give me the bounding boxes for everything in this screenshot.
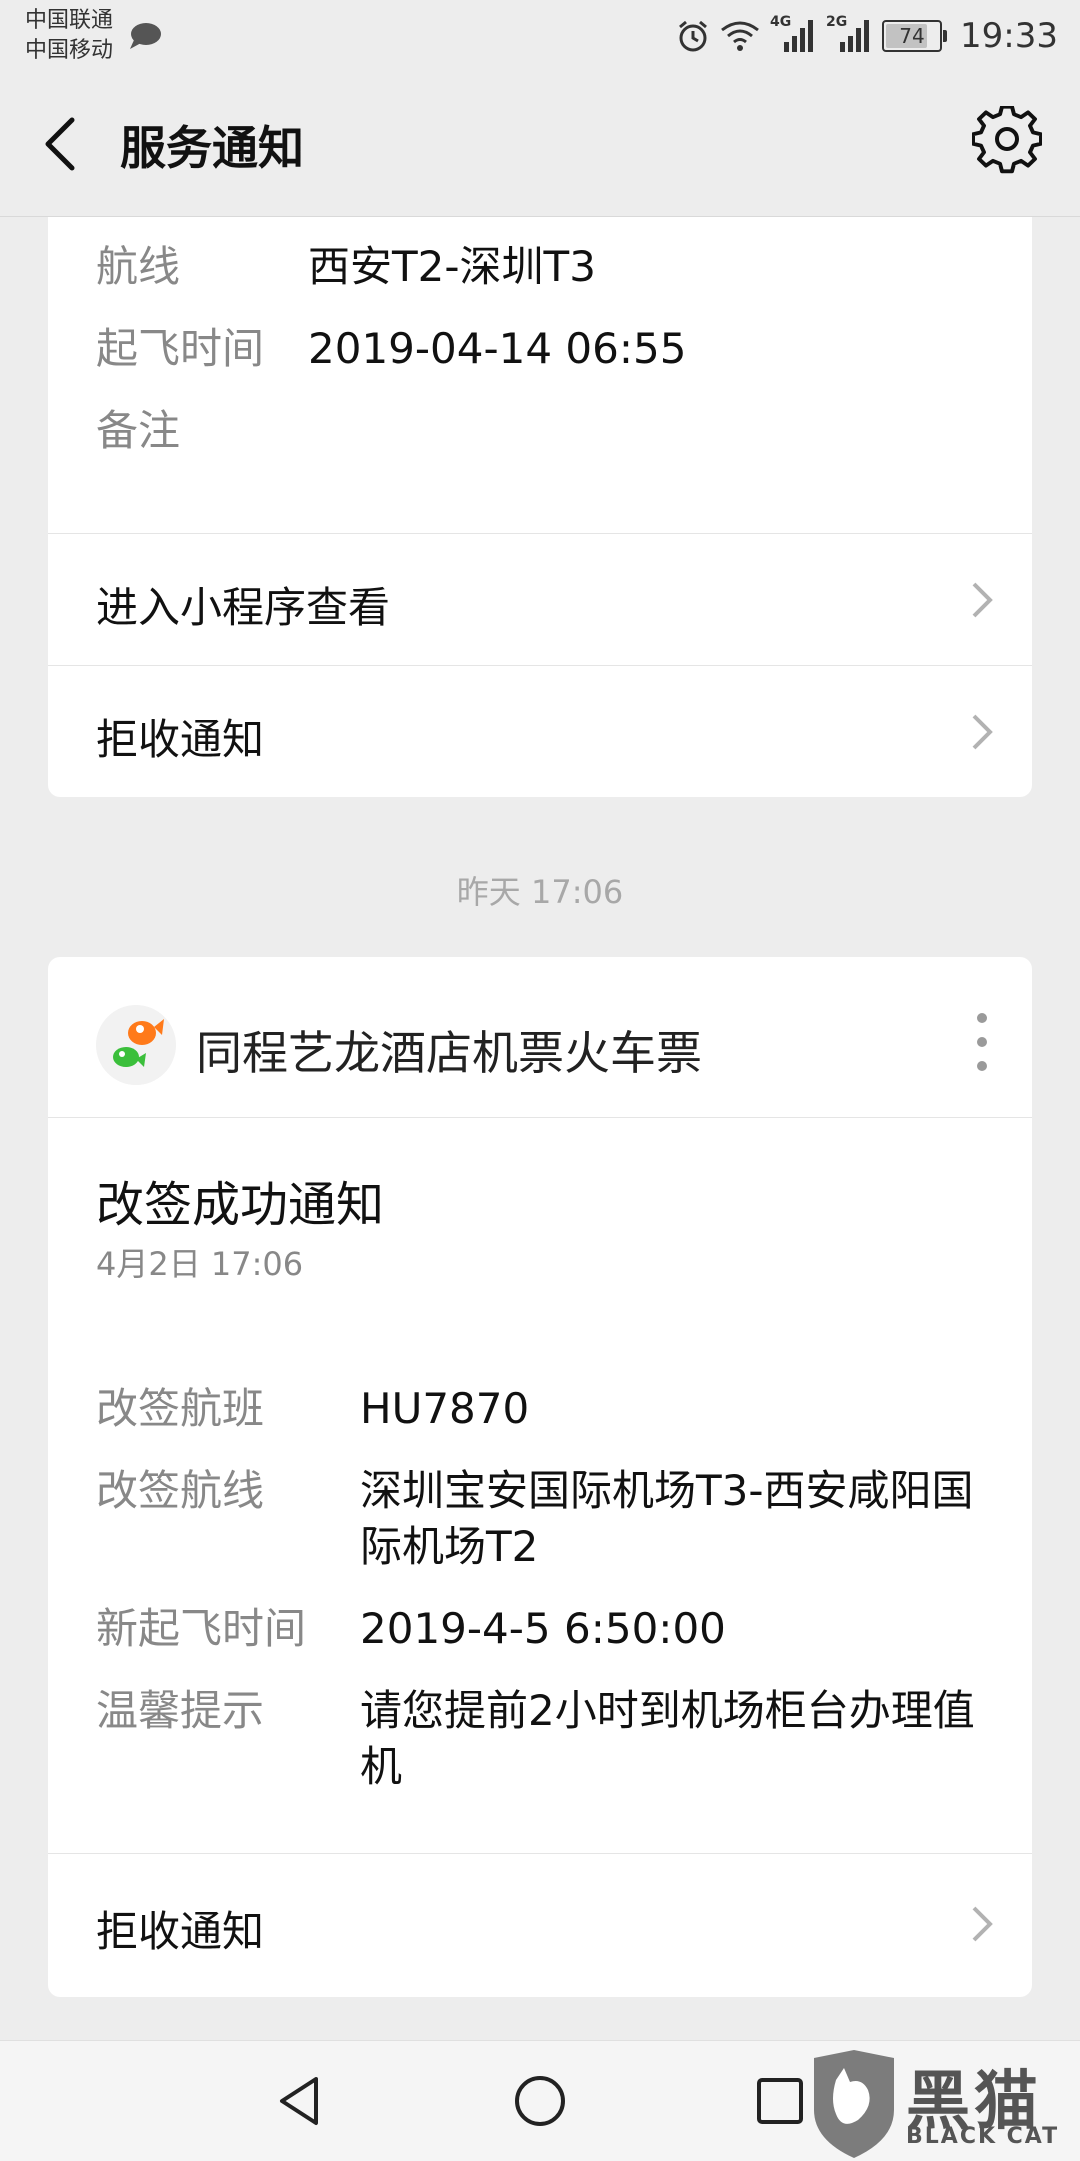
field-remark: 备注 <box>96 405 180 457</box>
field-value: 2019-4-5 6:50:00 <box>360 1604 726 1653</box>
chevron-right-icon <box>972 582 993 618</box>
nav-recents-icon[interactable] <box>750 2071 810 2131</box>
open-mini-program-link[interactable]: 进入小程序查看 <box>48 533 1032 666</box>
tongcheng-logo-icon <box>96 1005 176 1085</box>
field-value: 深圳宝安国际机场T3-西安咸阳国际机场T2 <box>360 1466 974 1571</box>
watermark-text-en: BLACK CAT <box>906 2124 1060 2149</box>
wifi-icon <box>721 21 759 51</box>
battery-icon: 74 <box>882 20 948 52</box>
reject-notification-link[interactable]: 拒收通知 <box>48 665 1032 798</box>
field-label: 改签航线 <box>96 1466 265 1515</box>
timestamp-separator: 昨天 17:06 <box>456 873 624 911</box>
link-label: 拒收通知 <box>96 715 265 764</box>
field-changed-route: 改签航线 深圳宝安国际机场T3-西安咸阳国际机场T2 <box>96 1463 996 1575</box>
battery-level: 74 <box>899 24 925 48</box>
more-options-icon[interactable] <box>972 1013 992 1077</box>
chevron-right-icon <box>972 714 993 750</box>
field-label: 改签航班 <box>96 1384 265 1433</box>
carrier-1: 中国联通 <box>25 8 114 33</box>
clock: 19:33 <box>960 16 1058 56</box>
field-value: 2019-04-14 06:55 <box>308 324 687 373</box>
message-date: 4月2日 17:06 <box>96 1245 304 1283</box>
field-new-departure-time: 新起飞时间 2019-4-5 6:50:00 <box>96 1601 996 1657</box>
gear-icon[interactable] <box>972 106 1042 176</box>
nav-home-icon[interactable] <box>510 2071 570 2131</box>
signal-2g-icon: 2G <box>826 14 872 54</box>
page-title: 服务通知 <box>120 121 304 175</box>
notification-card-2: 同程艺龙酒店机票火车票 改签成功通知 4月2日 17:06 改签航班 HU787… <box>48 957 1032 1997</box>
carrier-2: 中国移动 <box>25 38 114 63</box>
reject-notification-link[interactable]: 拒收通知 <box>48 1853 1032 1996</box>
field-value: HU7870 <box>360 1384 530 1433</box>
field-tip: 温馨提示 请您提前2小时到机场柜台办理值机 <box>96 1683 996 1795</box>
watermark: 黑猫 BLACK CAT <box>806 2050 1066 2160</box>
account-name: 同程艺龙酒店机票火车票 <box>196 1026 702 1080</box>
status-icons: 4G 2G 74 19:33 <box>676 12 1058 60</box>
field-departure-time: 起飞时间 2019-04-14 06:55 <box>96 323 686 375</box>
nav-bar: 服务通知 <box>0 72 1080 217</box>
link-label: 进入小程序查看 <box>96 583 391 632</box>
back-arrow-icon[interactable] <box>30 108 102 180</box>
field-label: 航线 <box>96 242 181 291</box>
chat-bubble-icon <box>130 23 161 49</box>
field-route: 航线 西安T2-深圳T3 <box>96 241 596 293</box>
status-bar: 中国联通 中国移动 4G 2G 74 19:33 <box>0 0 1080 72</box>
field-label: 新起飞时间 <box>96 1604 307 1653</box>
chevron-right-icon <box>972 1906 993 1942</box>
field-value: 请您提前2小时到机场柜台办理值机 <box>360 1686 975 1791</box>
field-label: 备注 <box>96 406 181 455</box>
message-list[interactable]: 航线 西安T2-深圳T3 起飞时间 2019-04-14 06:55 备注 进入… <box>0 217 1080 2037</box>
field-label: 起飞时间 <box>96 324 265 373</box>
field-label: 温馨提示 <box>96 1686 265 1735</box>
nav-back-icon[interactable] <box>270 2071 330 2131</box>
notification-card-1: 航线 西安T2-深圳T3 起飞时间 2019-04-14 06:55 备注 进入… <box>48 217 1032 797</box>
black-cat-logo-icon <box>814 2050 894 2158</box>
field-value: 西安T2-深圳T3 <box>308 242 596 291</box>
alarm-icon <box>679 20 707 52</box>
message-title: 改签成功通知 <box>96 1177 385 1233</box>
account-header[interactable]: 同程艺龙酒店机票火车票 <box>48 957 1032 1118</box>
field-changed-flight: 改签航班 HU7870 <box>96 1381 996 1437</box>
carrier-info: 中国联通 中国移动 <box>25 6 113 66</box>
signal-4g-icon: 4G <box>770 14 816 54</box>
link-label: 拒收通知 <box>96 1907 265 1956</box>
